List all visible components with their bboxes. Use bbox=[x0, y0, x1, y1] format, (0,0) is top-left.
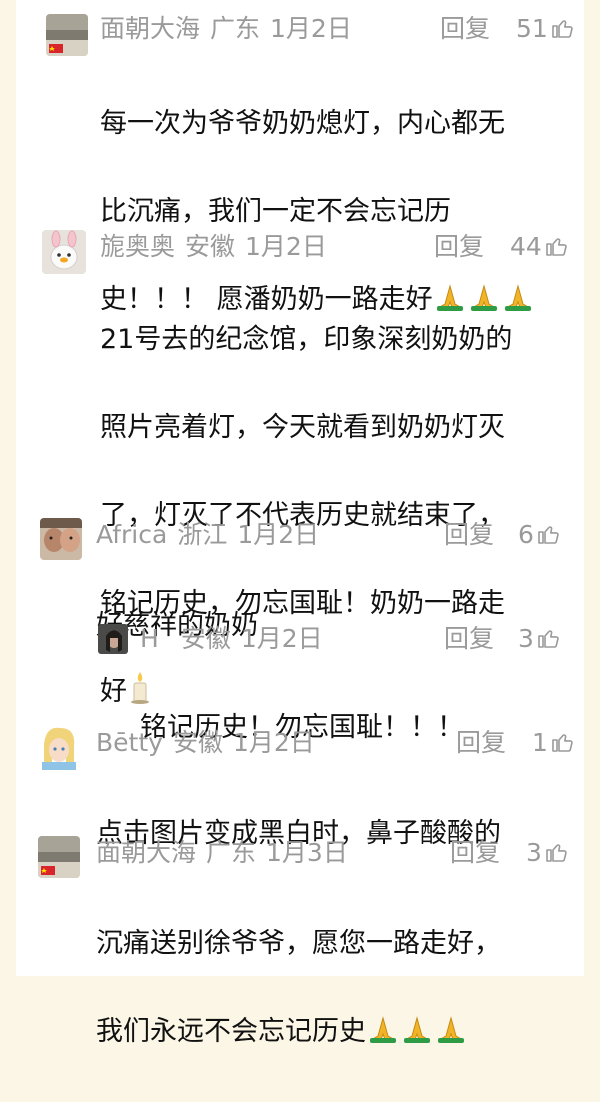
avatar[interactable] bbox=[42, 230, 86, 274]
avatar[interactable] bbox=[36, 724, 82, 770]
comment-text: 沉痛送别徐爷爷，愿您一路走好， 我们永远不会忘记历史 bbox=[96, 878, 576, 1102]
username[interactable]: 面朝大海 bbox=[96, 838, 196, 867]
text-line: 沉痛送别徐爷爷，愿您一路走好， bbox=[96, 928, 501, 959]
text-line: 21号去的纪念馆，印象深刻奶奶的 bbox=[100, 324, 513, 355]
date: 1月2日 bbox=[232, 728, 315, 757]
comment-meta: 面朝大海 广东 1月3日 bbox=[96, 836, 348, 870]
avatar[interactable] bbox=[38, 836, 80, 878]
username[interactable]: Bētty bbox=[96, 728, 163, 757]
region: 安徽 bbox=[172, 728, 223, 757]
reply-button[interactable]: 回复 bbox=[456, 726, 506, 760]
region: 广东 bbox=[206, 838, 257, 867]
pray-icon bbox=[366, 1014, 468, 1058]
like-count: 3 bbox=[526, 838, 542, 867]
like-count: 3 bbox=[518, 624, 534, 653]
reply-button[interactable]: 回复 bbox=[434, 230, 484, 264]
thumbs-up-icon bbox=[552, 20, 573, 38]
thumbs-up-icon bbox=[538, 526, 559, 544]
date: 1月2日 bbox=[245, 232, 327, 261]
comment-meta: H 安徽 1月2日 bbox=[140, 622, 323, 656]
like-button[interactable]: 1 bbox=[532, 726, 574, 760]
comment-meta: Bētty 安徽 1月2日 bbox=[96, 726, 315, 760]
like-button[interactable]: 44 bbox=[510, 230, 568, 264]
like-count: 6 bbox=[518, 520, 534, 549]
thumbs-up-icon bbox=[546, 238, 567, 256]
thumbs-up-icon bbox=[552, 734, 573, 752]
comment-meta: 旎奥奥 安徽 1月2日 bbox=[100, 230, 327, 264]
like-count: 1 bbox=[532, 728, 548, 757]
username[interactable]: Africa bbox=[96, 520, 167, 549]
date: 1月2日 bbox=[240, 624, 323, 653]
like-button[interactable]: 6 bbox=[518, 518, 560, 552]
comment-meta: Africa 浙江 1月2日 bbox=[96, 518, 319, 552]
text-line: 我们永远不会忘记历史 bbox=[96, 1016, 366, 1047]
like-button[interactable]: 3 bbox=[526, 836, 568, 870]
reply-button[interactable]: 回复 bbox=[444, 622, 494, 656]
avatar[interactable] bbox=[40, 518, 82, 560]
avatar[interactable] bbox=[98, 624, 128, 654]
region: 浙江 bbox=[177, 520, 228, 549]
date: 1月2日 bbox=[237, 520, 320, 549]
like-button[interactable]: 3 bbox=[518, 622, 560, 656]
comment-list: 面朝大海 广东 1月2日 回复 51 每一次为爷爷奶奶熄灯，内心都无 比沉痛，我们一… bbox=[16, 0, 584, 1047]
text-line: 照片亮着灯，今天就看到奶奶灯灭 bbox=[100, 412, 505, 443]
date: 1月3日 bbox=[266, 838, 348, 867]
thumbs-up-icon bbox=[538, 630, 559, 648]
date: 1月2日 bbox=[270, 14, 352, 43]
region: 安徽 bbox=[180, 624, 231, 653]
reply-button[interactable]: 回复 bbox=[450, 836, 500, 870]
like-count: 44 bbox=[510, 232, 542, 261]
region: 安徽 bbox=[185, 232, 236, 261]
text-line: 每一次为爷爷奶奶熄灯，内心都无 bbox=[100, 108, 505, 139]
text-line: 比沉痛，我们一定不会忘记历 bbox=[100, 196, 451, 227]
reply-button[interactable]: 回复 bbox=[440, 12, 490, 46]
username[interactable]: 旎奥奥 bbox=[100, 232, 175, 261]
region: 广东 bbox=[210, 14, 261, 43]
username[interactable]: 面朝大海 bbox=[100, 14, 200, 43]
thumbs-up-icon bbox=[546, 844, 567, 862]
like-count: 51 bbox=[516, 14, 548, 43]
reply-button[interactable]: 回复 bbox=[444, 518, 494, 552]
avatar[interactable] bbox=[46, 14, 88, 56]
like-button[interactable]: 51 bbox=[516, 12, 574, 46]
text-line-with-emoji: 我们永远不会忘记历史 bbox=[96, 1010, 576, 1058]
username[interactable]: H bbox=[140, 624, 159, 653]
comment-meta: 面朝大海 广东 1月2日 bbox=[100, 12, 352, 46]
